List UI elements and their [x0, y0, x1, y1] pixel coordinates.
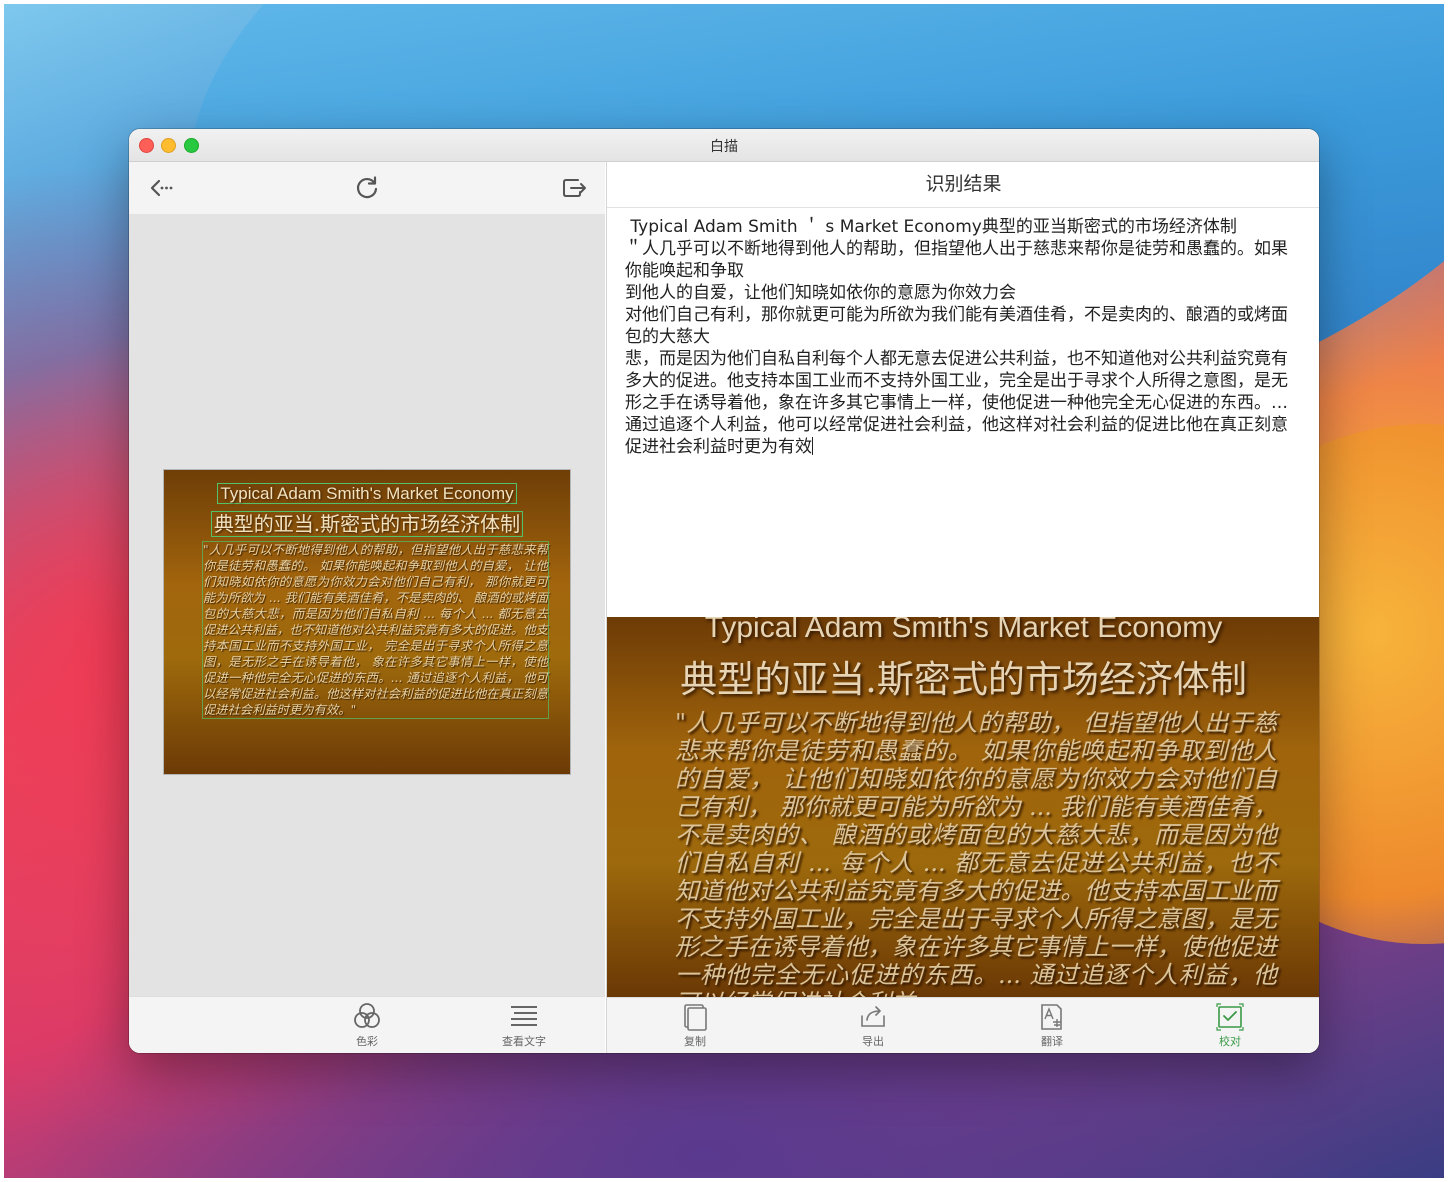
- left-toolbar: [129, 162, 605, 214]
- source-image-thumbnail[interactable]: Typical Adam Smith's Market Economy 典型的亚…: [164, 470, 570, 774]
- copy-button-label: 复制: [684, 1035, 706, 1048]
- copy-icon: [684, 1004, 707, 1031]
- share-icon[interactable]: [560, 174, 588, 202]
- translate-button[interactable]: 翻译: [1017, 1002, 1087, 1049]
- copy-button[interactable]: 复制: [660, 1002, 730, 1049]
- app-window: 白描 Typical Adam Smith's Market Economy 典…: [129, 129, 1319, 1053]
- title-bar: 白描: [129, 129, 1319, 162]
- thumbnail-title-cn-row: 典型的亚当.斯密式的市场经济体制: [164, 508, 570, 537]
- thumbnail-body-text: "人几乎可以不断地得到他人的帮助，但指望他人出于慈悲来帮你是徒劳和愚蠢的。 如果…: [202, 541, 549, 719]
- translate-icon: [1041, 1004, 1062, 1030]
- result-text-area[interactable]: Typical Adam Smith ＇ s Market Economy典型的…: [625, 216, 1293, 612]
- result-pane: 识别结果 Typical Adam Smith ＇ s Market Econo…: [606, 162, 1319, 1053]
- source-image-pane: Typical Adam Smith's Market Economy 典型的亚…: [129, 162, 605, 1053]
- result-text: Typical Adam Smith ＇ s Market Economy典型的…: [625, 217, 1288, 457]
- thumbnail-title-en: Typical Adam Smith's Market Economy: [217, 483, 517, 504]
- image-canvas: Typical Adam Smith's Market Economy 典型的亚…: [129, 214, 605, 996]
- thumbnail-title-cn: 典型的亚当.斯密式的市场经济体制: [210, 511, 524, 537]
- translate-button-label: 翻译: [1041, 1035, 1063, 1048]
- color-button[interactable]: 色彩: [332, 1001, 402, 1049]
- refresh-icon[interactable]: [353, 174, 381, 202]
- export-button-label: 导出: [862, 1035, 884, 1048]
- preview-title-cn: 典型的亚当.斯密式的市场经济体制: [680, 658, 1247, 701]
- color-button-label: 色彩: [356, 1035, 378, 1048]
- result-header: 识别结果: [607, 162, 1319, 208]
- back-arrow-icon[interactable]: [147, 174, 175, 202]
- left-bottom-bar: 色彩 查看文字: [129, 996, 605, 1053]
- preview-body-text: "人几乎可以不断地得到他人的帮助， 但指望他人出于慈悲来帮你是徒劳和愚蠢的。 如…: [675, 709, 1277, 997]
- right-bottom-bar: 复制 导出 翻译 校对: [607, 997, 1319, 1053]
- proofread-icon: [1216, 1003, 1244, 1031]
- window-title: 白描: [710, 139, 738, 155]
- text-cursor: [812, 437, 813, 455]
- view-text-button-label: 查看文字: [502, 1035, 546, 1048]
- view-text-button[interactable]: 查看文字: [489, 1001, 559, 1049]
- proofread-button[interactable]: 校对: [1195, 1002, 1265, 1049]
- thumbnail-title-en-row: Typical Adam Smith's Market Economy: [164, 483, 570, 504]
- color-circles-icon: [354, 1003, 380, 1028]
- export-icon: [861, 1006, 885, 1027]
- proofread-button-label: 校对: [1219, 1035, 1241, 1048]
- recognized-image-preview: Typical Adam Smith's Market Economy 典型的亚…: [607, 617, 1319, 997]
- preview-title-en: Typical Adam Smith's Market Economy: [704, 617, 1223, 644]
- text-lines-icon: [511, 1006, 537, 1026]
- export-button[interactable]: 导出: [838, 1002, 908, 1049]
